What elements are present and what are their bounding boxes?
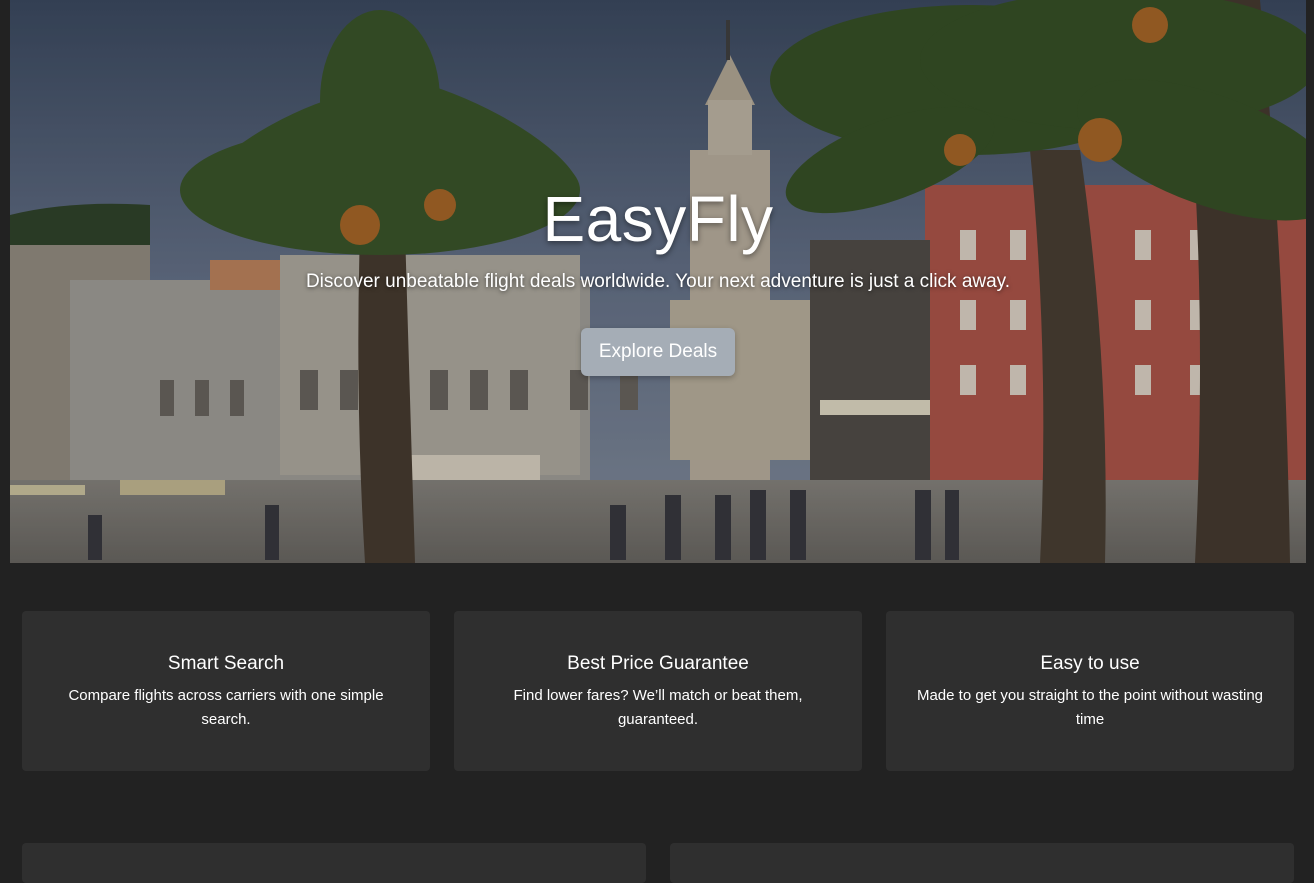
feature-text: Find lower fares? We’ll match or beat th… xyxy=(513,687,803,728)
feature-title: Easy to use xyxy=(1040,653,1140,674)
feature-text: Compare flights across carriers with one… xyxy=(68,687,384,728)
feature-text: Made to get you straight to the point wi… xyxy=(916,687,1264,728)
hero-banner: EasyFly Discover unbeatable flight deals… xyxy=(10,0,1306,563)
bottom-card-left xyxy=(22,843,646,883)
feature-title: Best Price Guarantee xyxy=(567,653,749,674)
feature-card-best-price: Best Price Guarantee Find lower fares? W… xyxy=(454,611,862,771)
explore-deals-button[interactable]: Explore Deals xyxy=(581,328,735,376)
feature-title: Smart Search xyxy=(167,653,285,674)
bottom-card-right xyxy=(670,843,1294,883)
hero-title: EasyFly xyxy=(542,183,774,255)
hero-subtitle: Discover unbeatable flight deals worldwi… xyxy=(305,271,1011,292)
feature-card-smart-search: Smart Search Compare flights across carr… xyxy=(22,611,430,771)
feature-card-easy-to-use: Easy to use Made to get you straight to … xyxy=(886,611,1294,771)
